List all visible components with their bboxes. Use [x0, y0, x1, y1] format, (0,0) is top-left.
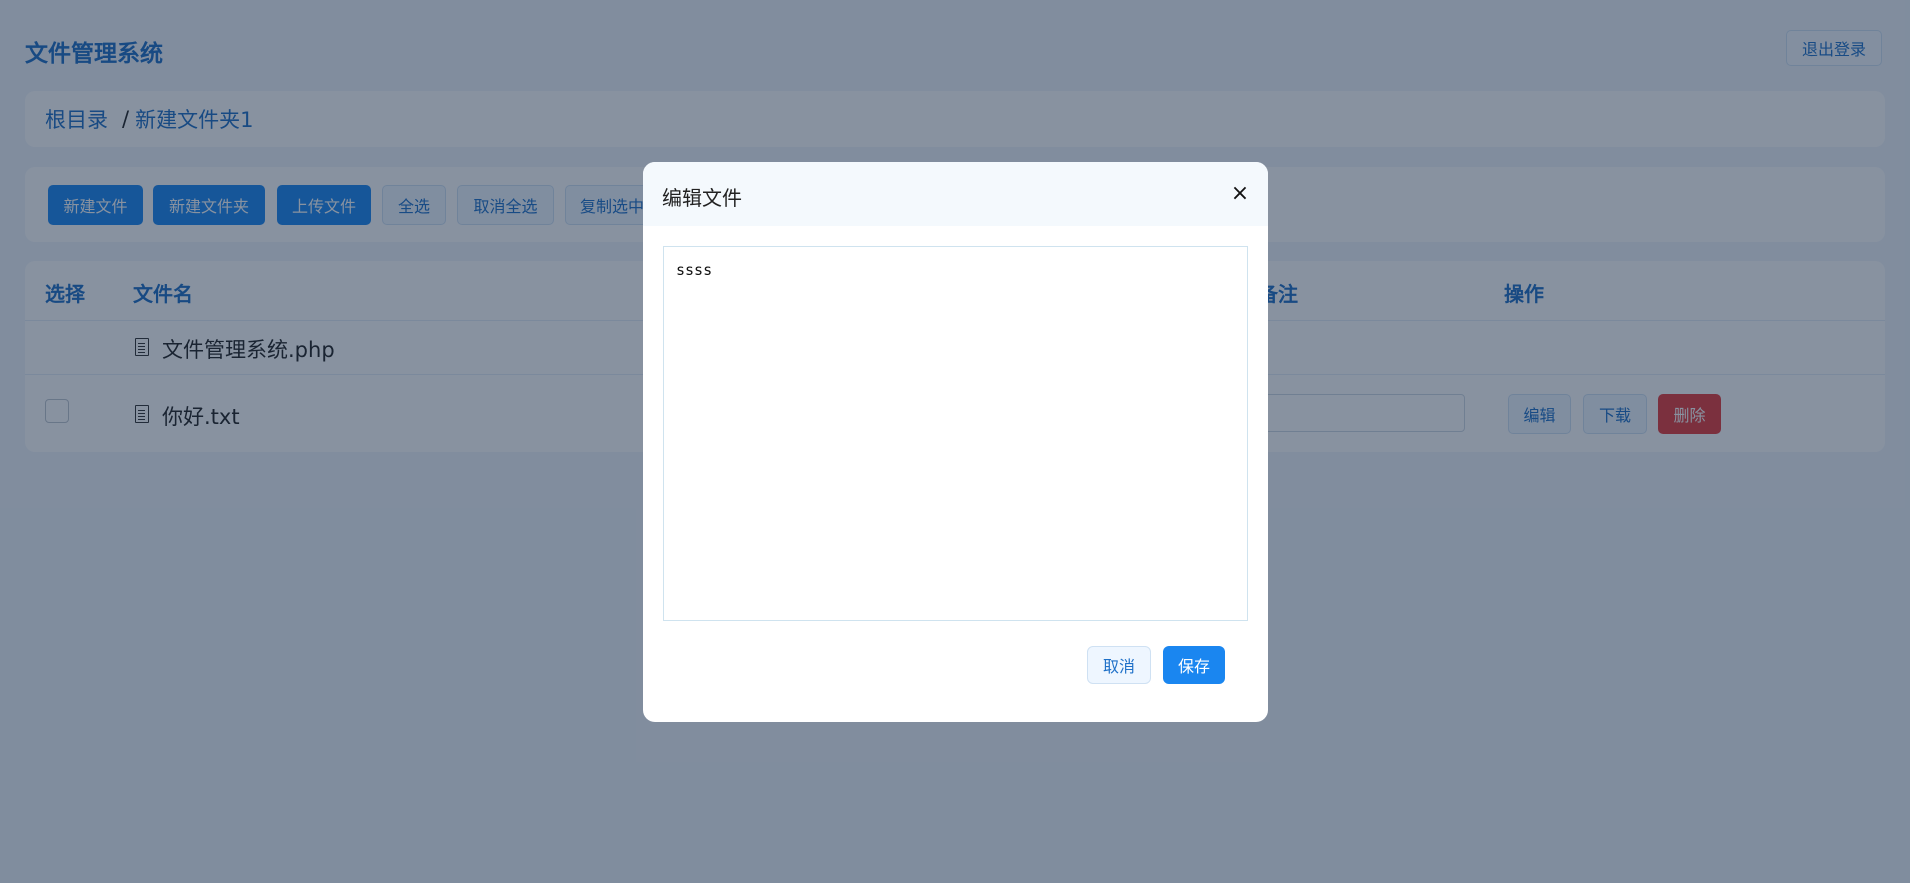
- file-content-editor[interactable]: ssss: [663, 246, 1248, 621]
- modal-header: 编辑文件 ×: [643, 162, 1268, 226]
- close-icon[interactable]: ×: [1228, 181, 1252, 206]
- edit-file-modal: 编辑文件 × ssss 取消 保存: [643, 162, 1268, 722]
- save-button[interactable]: 保存: [1163, 646, 1225, 684]
- cancel-button[interactable]: 取消: [1087, 646, 1151, 684]
- modal-title: 编辑文件: [662, 186, 742, 210]
